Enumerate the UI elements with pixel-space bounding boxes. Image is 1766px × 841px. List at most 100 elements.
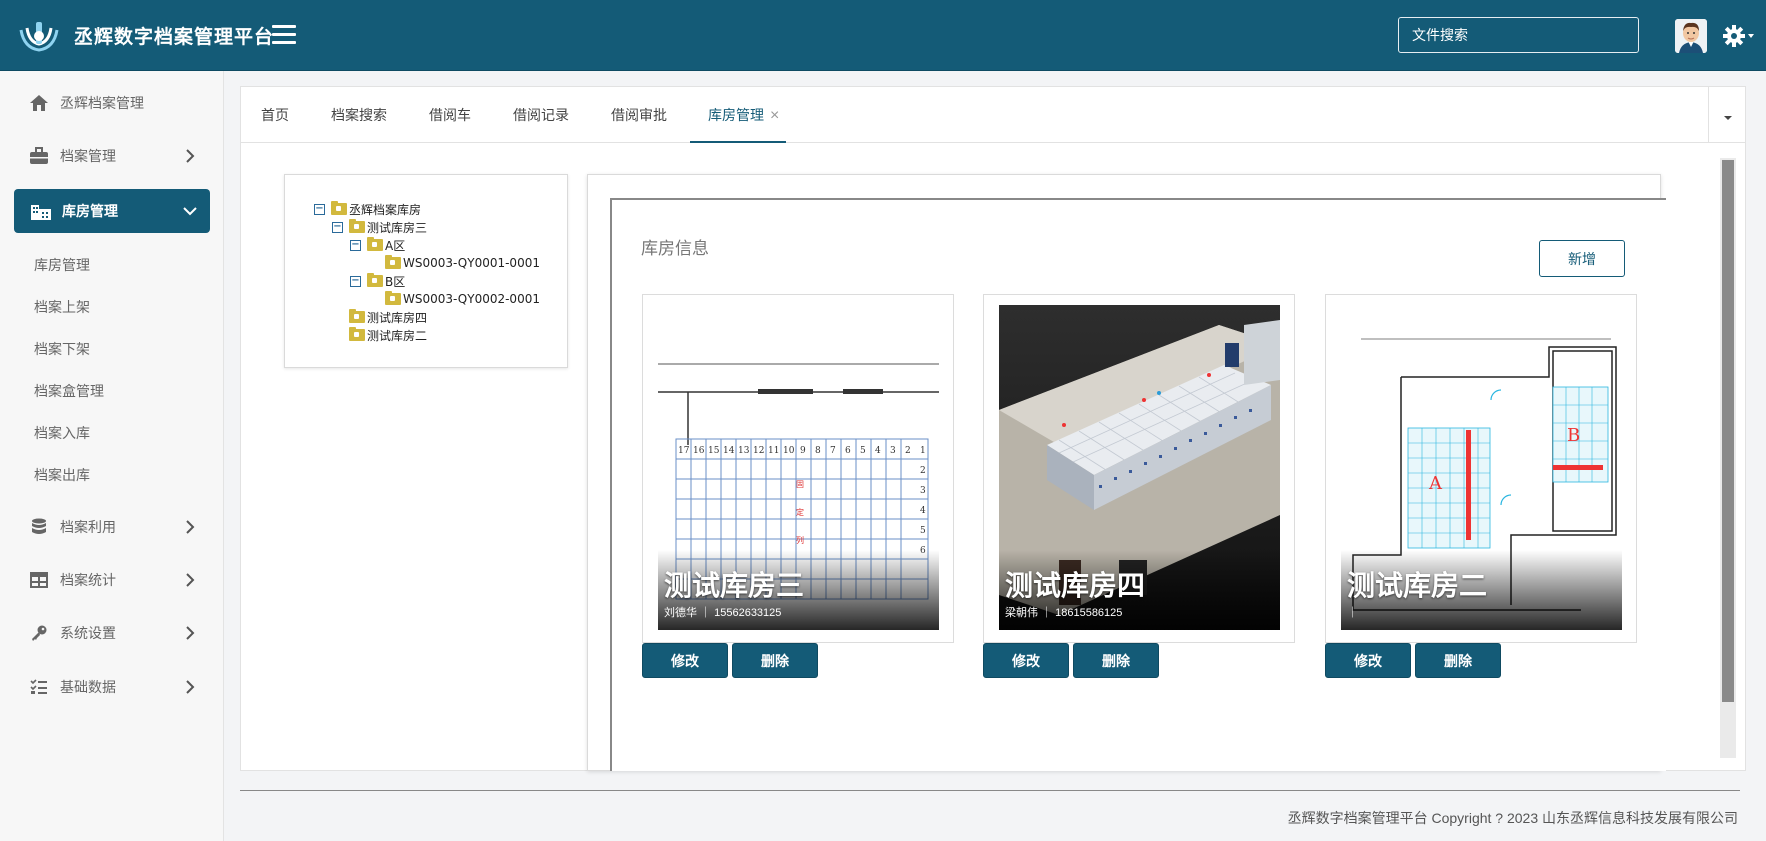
warehouse-contact: 刘德华 ｜ 15562633125 [664,607,782,619]
gear-icon[interactable] [1720,22,1756,50]
footer-divider [240,790,1740,791]
sidebar-item-label: 库房管理 [62,203,118,219]
sidebar-item-statistics[interactable]: 档案统计 [0,560,224,600]
warehouse-card[interactable]: A B 测试库房二 ｜ [1325,294,1637,643]
sidebar-item-label: 档案利用 [60,519,116,535]
add-warehouse-button[interactable]: 新增 [1539,240,1625,277]
sub-item-stock-in[interactable]: 档案入库 [34,423,90,443]
warehouse-name: 测试库房三 [664,570,805,601]
tree-node-zone-b[interactable]: − B区 [350,273,405,289]
collapse-icon[interactable]: − [350,239,361,251]
user-avatar[interactable] [1675,19,1707,53]
folder-icon [385,291,401,305]
chevron-right-icon [186,149,195,163]
tree-node-zone-a[interactable]: − A区 [350,237,405,253]
tree-node-warehouse-2[interactable]: 测试库房二 [349,327,427,343]
delete-button[interactable]: 删除 [732,643,818,678]
sidebar-item-label: 系统设置 [60,625,116,641]
tab-dropdown-button[interactable] [1708,86,1746,143]
edit-button[interactable]: 修改 [642,643,728,678]
folder-icon [349,219,365,233]
tab-home[interactable]: 首页 [261,87,289,143]
tree-node-warehouse-4[interactable]: 测试库房四 [349,309,427,325]
building-icon [30,200,52,222]
svg-text:14: 14 [723,446,735,456]
svg-text:6: 6 [845,446,851,456]
tree-node-label: WS0003-QY0001-0001 [403,256,540,270]
delete-button[interactable]: 删除 [1415,643,1501,678]
tab-borrow-cart[interactable]: 借阅车 [429,87,471,143]
app-title: 丞辉数字档案管理平台 [74,27,275,48]
folder-icon [385,255,401,269]
tree-node-label: A区 [385,238,406,253]
svg-text:13: 13 [738,446,750,456]
sidebar-item-label: 档案管理 [60,148,116,164]
tree-node-label: 测试库房四 [367,310,428,325]
tree-node-label: 测试库房三 [367,220,428,235]
collapse-icon[interactable]: − [314,203,325,215]
svg-text:9: 9 [800,446,806,456]
caret-down-icon [1724,116,1732,120]
chevron-right-icon [186,520,195,534]
sidebar-item-home[interactable]: 丞辉档案管理 [0,83,224,123]
table-icon [28,569,50,591]
sidebar-item-utilization[interactable]: 档案利用 [0,507,224,547]
sub-item-archive-unshelve[interactable]: 档案下架 [34,339,90,359]
edit-button[interactable]: 修改 [1325,643,1411,678]
top-header: 丞辉数字档案管理平台 [0,0,1766,71]
warehouse-3d-image: 测试库房四 梁朝伟 ｜ 18615586125 [999,305,1280,630]
edit-button[interactable]: 修改 [983,643,1069,678]
warehouse-contact: 梁朝伟 ｜ 18615586125 [1005,607,1123,619]
svg-text:固: 固 [796,480,804,489]
sidebar-item-system[interactable]: 系统设置 [0,613,224,653]
sidebar: 丞辉档案管理 档案管理 库房管理 库房管理 档案上架 档案下架 档案盒管理 档案… [0,71,224,841]
warehouse-contact: ｜ [1347,607,1358,619]
file-search-input[interactable] [1398,17,1639,53]
warehouse-floorplan-image: 1716151413 12111098 76543 2123456 固定列 测试… [658,305,939,630]
svg-text:5: 5 [860,446,866,456]
tree-node-shelf-a1[interactable]: WS0003-QY0001-0001 [385,255,540,271]
tree-node-root[interactable]: − 丞辉档案库房 [314,201,421,217]
collapse-icon[interactable]: − [350,275,361,287]
chevron-down-icon [183,207,197,216]
svg-text:12: 12 [753,446,764,456]
svg-text:A: A [1428,473,1443,494]
svg-text:2: 2 [920,466,926,476]
folder-icon [367,273,383,287]
sub-item-warehouse-manage[interactable]: 库房管理 [34,255,90,275]
svg-text:3: 3 [920,486,926,496]
svg-text:8: 8 [815,446,821,456]
sub-item-box-manage[interactable]: 档案盒管理 [34,381,104,401]
warehouse-name: 测试库房二 [1347,570,1488,601]
hamburger-icon[interactable] [272,25,296,45]
sidebar-item-warehouse[interactable]: 库房管理 [14,189,210,233]
svg-text:7: 7 [830,446,836,456]
tab-borrow-records[interactable]: 借阅记录 [513,87,569,143]
tab-borrow-approval[interactable]: 借阅审批 [611,87,667,143]
folder-icon [349,327,365,341]
logo-icon [19,22,59,52]
chevron-right-icon [186,626,195,640]
tree-node-label: B区 [385,274,406,289]
tab-archive-search[interactable]: 档案搜索 [331,87,387,143]
tree-node-shelf-b1[interactable]: WS0003-QY0002-0001 [385,291,540,307]
warehouse-card[interactable]: 1716151413 12111098 76543 2123456 固定列 测试… [642,294,954,643]
content-scrollbar-thumb[interactable] [1722,160,1734,702]
warehouse-card[interactable]: 测试库房四 梁朝伟 ｜ 18615586125 [983,294,1295,643]
sidebar-item-label: 档案统计 [60,572,116,588]
sidebar-item-base-data[interactable]: 基础数据 [0,667,224,707]
sub-item-stock-out[interactable]: 档案出库 [34,465,90,485]
tree-node-warehouse-3[interactable]: − 测试库房三 [332,219,427,235]
sub-item-archive-shelve[interactable]: 档案上架 [34,297,90,317]
svg-text:B: B [1567,425,1580,446]
svg-text:3: 3 [890,446,896,456]
svg-text:4: 4 [920,506,926,516]
briefcase-icon [28,145,50,167]
close-icon[interactable]: × [770,87,779,145]
svg-text:1: 1 [920,446,926,456]
sidebar-item-archive[interactable]: 档案管理 [0,136,224,176]
delete-button[interactable]: 删除 [1073,643,1159,678]
home-icon [28,92,50,114]
folder-icon [331,201,347,215]
collapse-icon[interactable]: − [332,221,343,233]
